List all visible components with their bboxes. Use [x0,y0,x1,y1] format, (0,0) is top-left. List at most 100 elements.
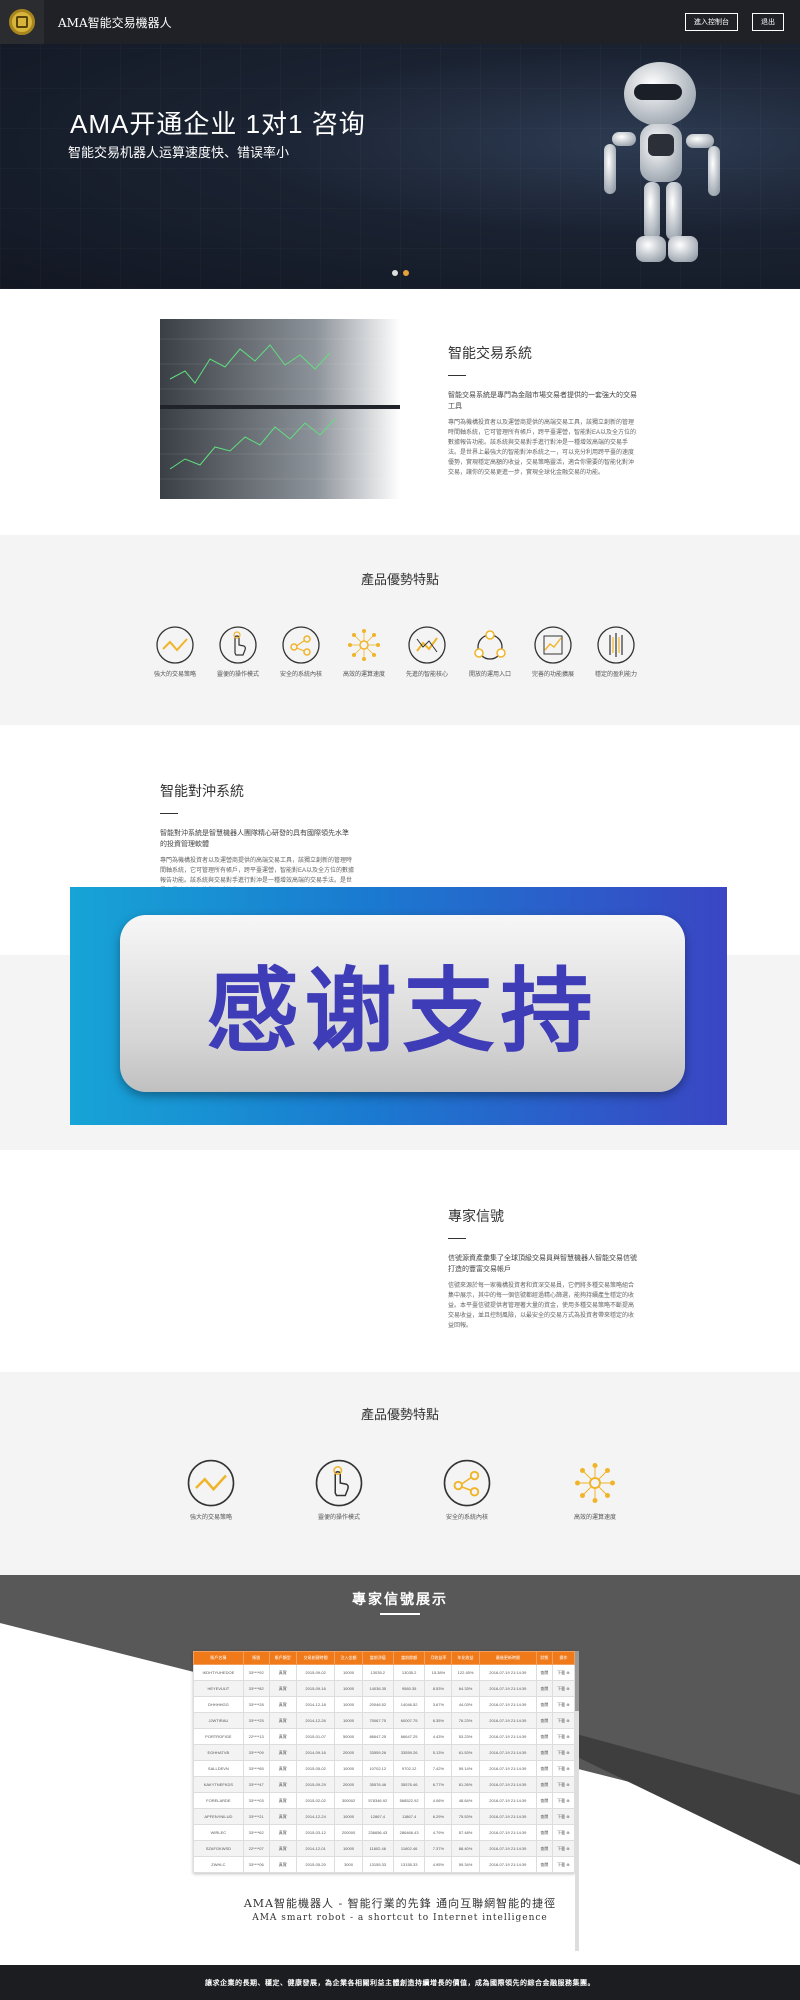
download-link[interactable]: 下載 ⊕ [551,1856,576,1873]
table-cell: 真實 [268,1728,297,1745]
download-link[interactable]: 下載 ⊕ [551,1680,576,1697]
table-cell: JJWTIRAU [193,1712,244,1729]
table-row: APFENYNILUD 33****21 真實 2014-12-24 10000 1286… [193,1808,576,1825]
table-cell: 33****21 [242,1808,270,1825]
table-cell: 10000 [334,1760,363,1777]
carousel-dot-2[interactable] [403,270,409,276]
trading-system-lead: 智能交易系統是專門為金融市場交易者提供的一套強大的交易工具 [448,392,637,410]
table-cell: FORELARDE [193,1792,244,1809]
carousel-dot-1[interactable] [392,270,398,276]
hand-pointer-icon [219,626,257,664]
table-cell: 13155.33 [361,1856,394,1873]
table-cell: 75067.75 [361,1712,394,1729]
table-cell: 14046.52 [392,1696,426,1713]
top-navbar: AMA智能交易機器人 進入控制台 退出 [0,0,800,44]
download-link[interactable]: 下載 ⊕ [551,1776,576,1793]
hedge-system-lead: 智能對沖系統是智慧機器人團隊精心研發的具有國際領先水準的投資管理軟體 [160,830,349,848]
view-link[interactable]: 查閱 [536,1856,553,1873]
download-link[interactable]: 下載 ⊕ [551,1792,576,1809]
table-cell: 20046.52 [361,1696,394,1713]
table-cell: 真實 [268,1808,297,1825]
table-cell: 122.45% [451,1664,480,1681]
table-cell: 33****47 [242,1776,270,1793]
table-cell: 50000 [334,1728,363,1745]
table-cell: 60007.75 [392,1712,426,1729]
table-header-row: 賬戶名稱 賬號 賬戶類型 交易創建時間 注入金額 當前淨值 當前餘額 月收益率 年化收益 最後更新… [193,1651,576,1665]
view-link[interactable]: 查閱 [536,1808,553,1825]
table-row: SALLDEVN 33****65 真實 2015-05-02 10000 10702.1… [193,1760,576,1777]
table-cell: 2015-05-02 [295,1760,336,1777]
share-nodes-icon [443,1459,491,1507]
table-cell: 10702.12 [361,1760,394,1777]
view-link[interactable]: 查閱 [536,1744,553,1761]
brand-logo[interactable] [0,0,44,44]
expert-signal-section: 專家信號 信號源資產彙集了全球頂級交易員與智慧機器人智能交易信號打造的豐富交易帳… [0,1150,800,1372]
table-cell: 真實 [268,1824,297,1841]
feature-label: 安全的系統內核 [280,672,323,678]
slogan-chinese: AMA智能機器人 - 智能行業的先鋒 通向互聯網智能的捷徑 [243,1897,557,1910]
table-cell: 4.06% [424,1792,453,1809]
hedge-system-title: 智能對沖系統 [160,784,244,800]
features-list: 強大的交易策略 靈便的操作模式 安全的系統內核 高效的運算速度 [186,1458,620,1521]
column-header: 狀態 [536,1651,553,1665]
table-cell: 33****62 [242,1824,270,1841]
view-link[interactable]: 查閱 [536,1824,553,1841]
table-cell: 2016-07-19 21:14:39 [478,1856,538,1873]
table-cell: EGHHATVB [193,1744,244,1761]
table-cell: 真實 [268,1680,297,1697]
network-burst-icon [348,629,380,661]
download-link[interactable]: 下載 ⊕ [551,1808,576,1825]
download-link[interactable]: 下載 ⊕ [551,1840,576,1857]
download-link[interactable]: 下載 ⊕ [551,1664,576,1681]
table-cell: 59.14% [451,1760,480,1777]
table-cell: 33****65 [242,1760,270,1777]
table-cell: 5.13% [424,1744,453,1761]
table-cell: 2015-02-02 [295,1792,336,1809]
expert-signal-title: 專家信號 [448,1209,504,1225]
view-link[interactable]: 查閱 [536,1760,553,1777]
hero-subtitle: 智能交易机器人运算速度快、错误率小 [68,145,290,160]
title-divider [448,1238,466,1239]
download-link[interactable]: 下載 ⊕ [551,1824,576,1841]
download-link[interactable]: 下載 ⊕ [551,1760,576,1777]
feature-label: 高效的運算速度 [343,672,386,678]
view-link[interactable]: 查閱 [536,1776,553,1793]
column-header: 交易創建時間 [295,1651,336,1665]
download-link[interactable]: 下載 ⊕ [551,1696,576,1713]
view-link[interactable]: 查閱 [536,1728,553,1745]
column-header: 賬戶名稱 [193,1651,244,1665]
table-cell: 66647.25 [392,1728,426,1745]
table-cell: 2016-07-19 21:14:39 [478,1664,538,1681]
download-link[interactable]: 下載 ⊕ [551,1712,576,1729]
table-cell: 2016-07-19 21:14:39 [478,1808,538,1825]
view-link[interactable]: 查閱 [536,1680,553,1697]
table-cell: 6.29% [424,1808,453,1825]
table-cell: 2015-09-16 [295,1680,336,1697]
strategy-icon [156,626,194,664]
table-cell: 2016-07-19 21:14:39 [478,1792,538,1809]
view-link[interactable]: 查閱 [536,1712,553,1729]
download-link[interactable]: 下載 ⊕ [551,1728,576,1745]
download-link[interactable]: 下載 ⊕ [551,1744,576,1761]
feature-label: 先進的智能核心 [406,672,449,678]
console-button[interactable]: 進入控制台 [685,13,738,31]
share-nodes-icon [282,626,320,664]
table-cell: 2016-07-19 21:14:39 [478,1840,538,1857]
trading-system-section: 智能交易系統 智能交易系統是專門為金融市場交易者提供的一套強大的交易工具 專門為… [0,289,800,535]
table-cell: 7.42% [424,1760,453,1777]
feature-item: 安全的系統內核 [442,1458,492,1521]
table-cell: 13035.2 [361,1664,394,1681]
table-cell: 真實 [268,1760,297,1777]
table-cell: 3000 [334,1856,363,1873]
brand-name[interactable]: AMA智能交易機器人 [58,14,172,31]
table-row: DHHHHGG 33****28 真實 2014-12-18 10000 20046.52… [193,1696,576,1713]
view-link[interactable]: 查閱 [536,1696,553,1713]
table-cell: 6.35% [424,1712,453,1729]
logout-button[interactable]: 退出 [752,13,784,31]
view-link[interactable]: 查閱 [536,1792,553,1809]
table-cell: 10000 [334,1664,363,1681]
view-link[interactable]: 查閱 [536,1664,553,1681]
table-scrollbar-thumb[interactable] [575,1651,579,1711]
view-link[interactable]: 查閱 [536,1840,553,1857]
feature-item: 強大的交易策略 [154,625,196,678]
